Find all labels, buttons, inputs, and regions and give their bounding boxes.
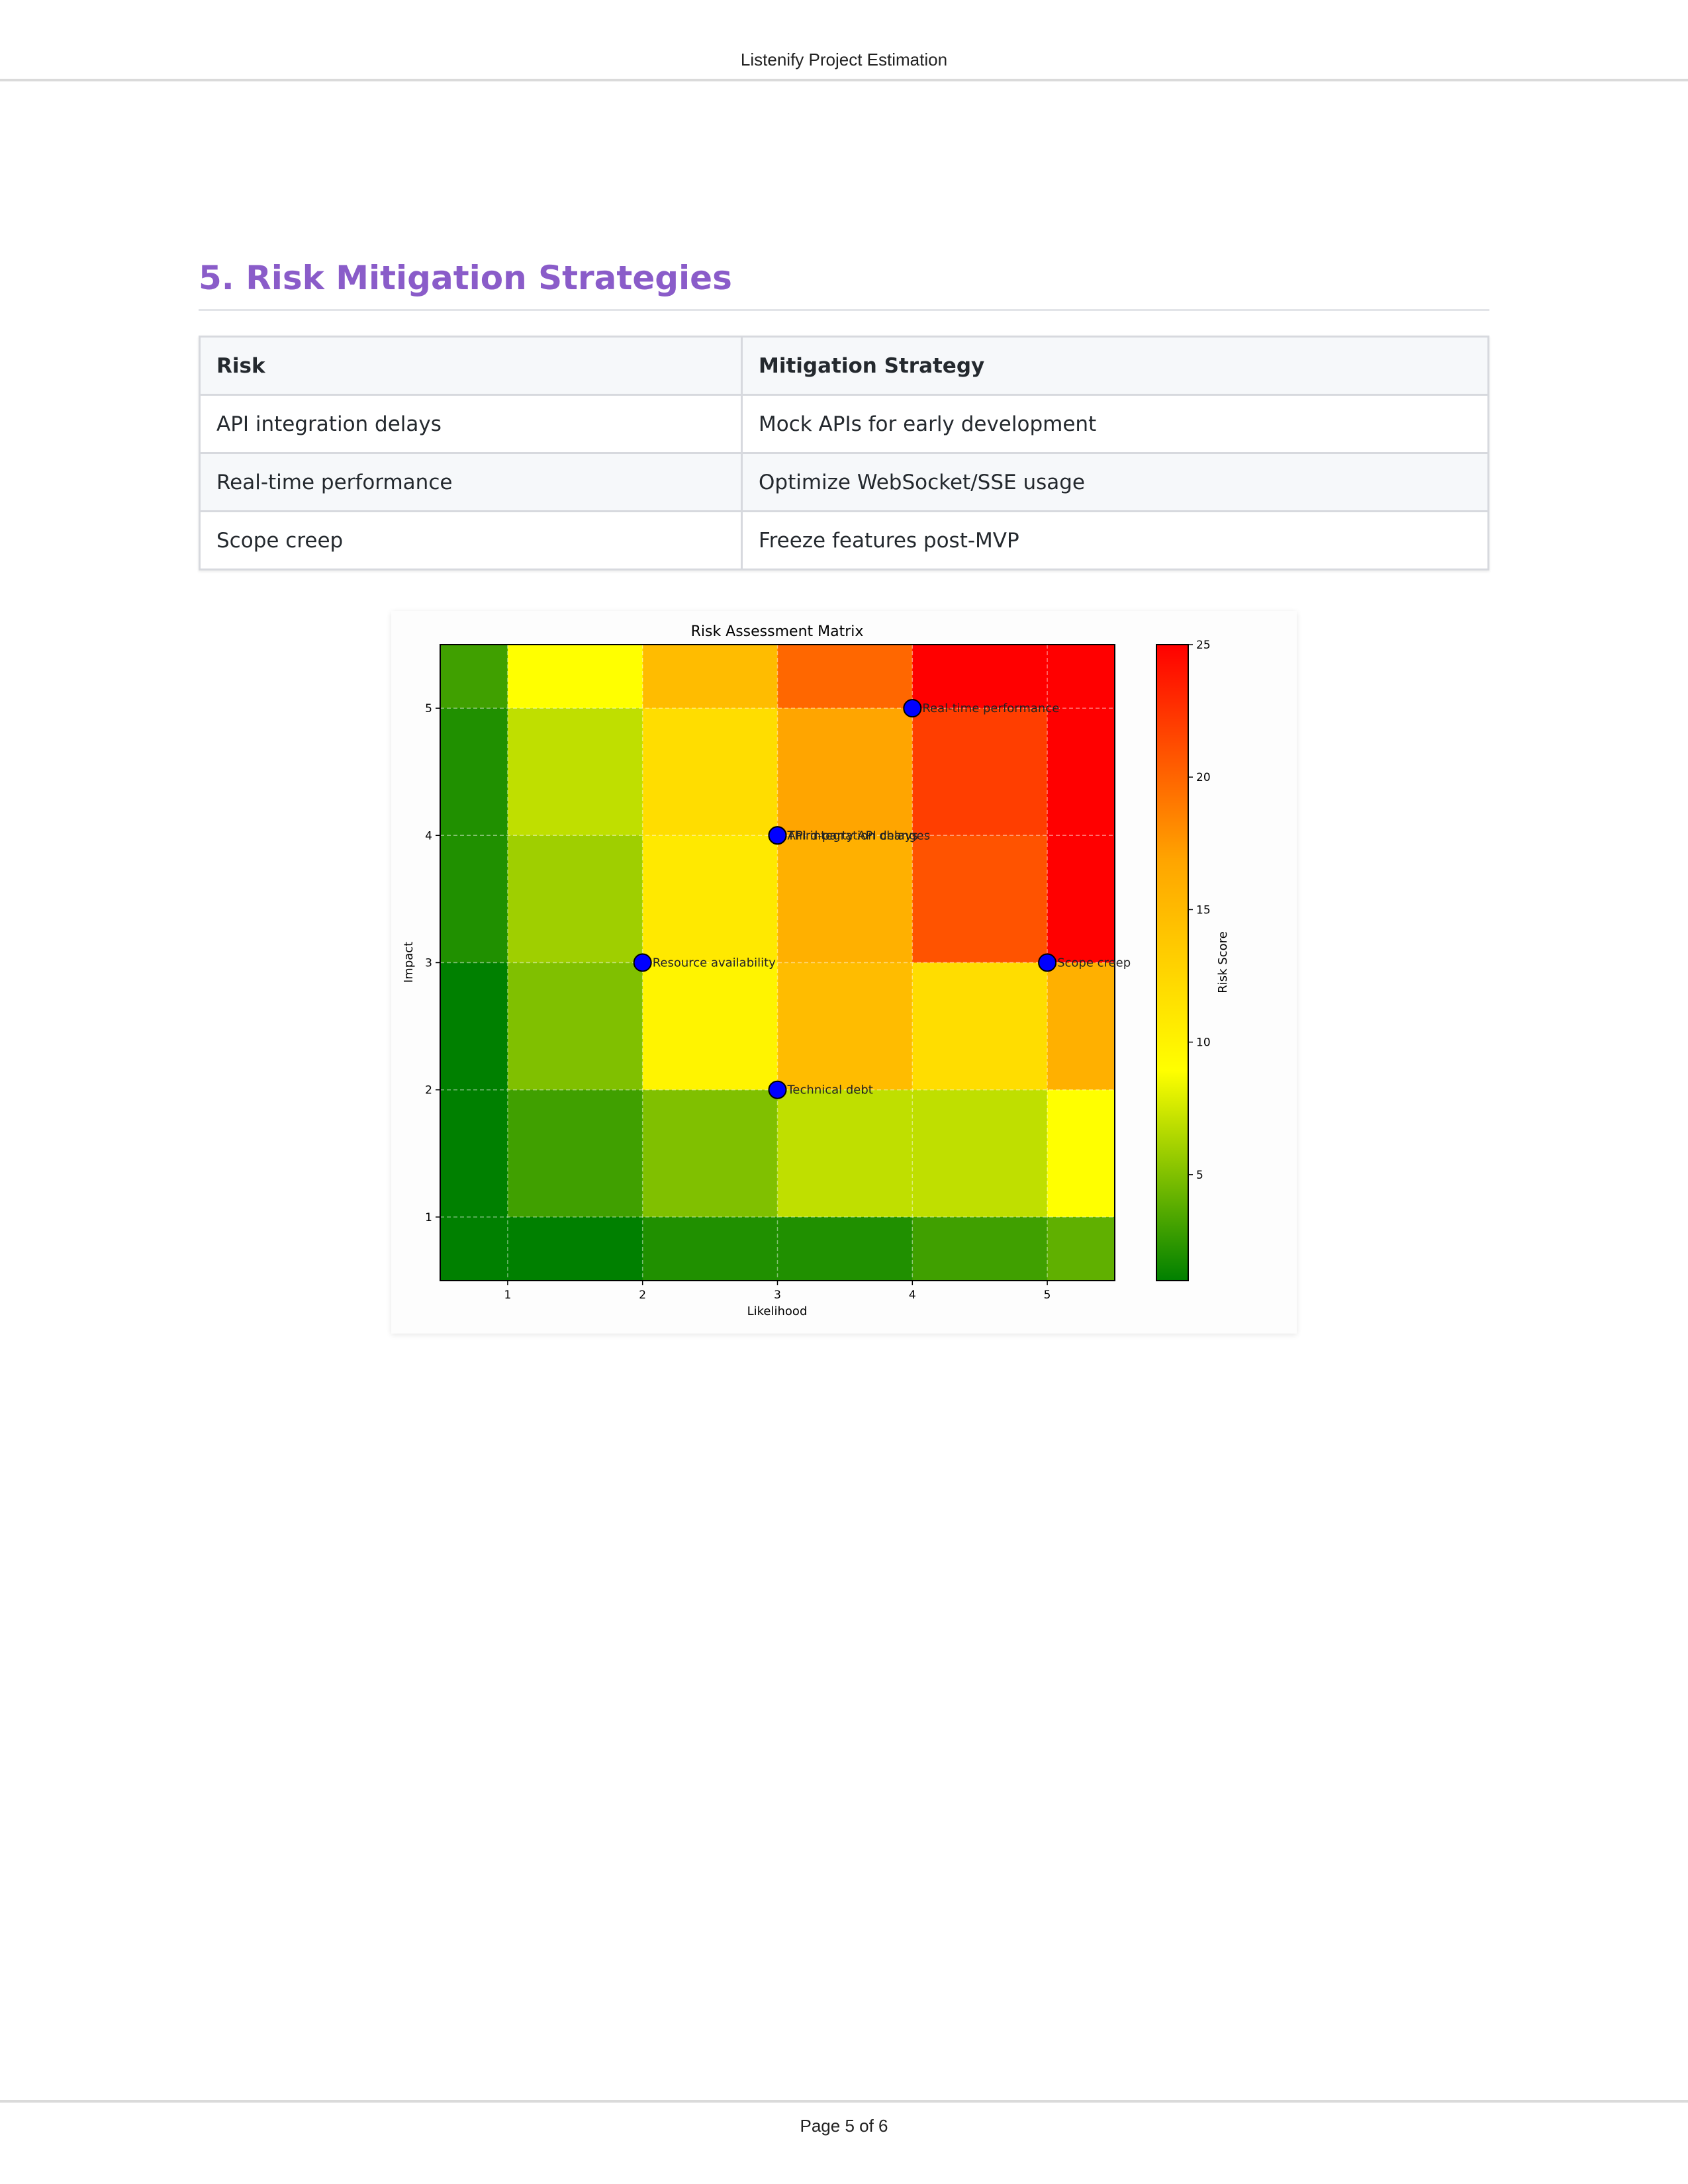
table-row: Real-time performance Optimize WebSocket… [199, 452, 1489, 512]
colorbar-tick-label: 20 [1196, 771, 1211, 784]
heatmap-cell [1047, 835, 1115, 963]
heatmap-cell [642, 1216, 778, 1281]
heatmap-cell [777, 1216, 913, 1281]
colorbar-tick-label: 10 [1196, 1036, 1211, 1050]
table-row: Scope creep Freeze features post-MVP [199, 510, 1489, 570]
y-axis-label: Impact [402, 942, 416, 983]
heatmap-cell [912, 1089, 1048, 1218]
colorbar [1156, 644, 1189, 1281]
heatmap-cell [777, 962, 913, 1091]
mitigation-cell: Optimize WebSocket/SSE usage [741, 452, 1489, 512]
heatmap-cell [507, 645, 643, 709]
heading-divider [199, 309, 1489, 311]
heatmap-cell [642, 645, 778, 709]
x-tick-label: 5 [1044, 1289, 1051, 1302]
heatmap-cell [507, 962, 643, 1091]
risk-cell: API integration delays [199, 394, 743, 454]
heatmap-cell [777, 835, 913, 963]
heatmap-cell [912, 835, 1048, 963]
risk-point [768, 1080, 787, 1099]
risk-point-label: Resource availability [653, 956, 776, 970]
page-number: Page 5 of 6 [800, 2116, 888, 2136]
column-header-risk: Risk [199, 336, 743, 396]
heatmap-cell [507, 708, 643, 836]
risk-point [633, 953, 652, 972]
colorbar-label: Risk Score [1216, 931, 1230, 993]
risk-cell: Real-time performance [199, 452, 743, 512]
heatmap-cell [912, 1216, 1048, 1281]
x-tick-label: 3 [774, 1289, 781, 1302]
colorbar-tick-label: 5 [1196, 1169, 1203, 1182]
heatmap-cell [1047, 1089, 1115, 1218]
table-header-row: Risk Mitigation Strategy [199, 336, 1489, 396]
risk-point-label: Real-time performance [922, 702, 1059, 715]
risk-point-label: Technical debt [787, 1083, 873, 1097]
risk-cell: Scope creep [199, 510, 743, 570]
x-tick-label: 2 [639, 1289, 646, 1302]
risk-point [903, 699, 922, 718]
heatmap-cell [1047, 962, 1115, 1091]
heatmap-cell [507, 1216, 643, 1281]
heatmap-cell [642, 962, 778, 1091]
heatmap-cell [1047, 645, 1115, 709]
heatmap-cell [440, 1089, 508, 1218]
colorbar-tick-label: 25 [1196, 639, 1211, 652]
y-tick-label: 1 [425, 1211, 432, 1224]
heatmap-cell [507, 1089, 643, 1218]
y-tick-label: 5 [425, 702, 432, 715]
heatmap-cell [642, 835, 778, 963]
mitigation-cell: Freeze features post-MVP [741, 510, 1489, 570]
heatmap-cell [440, 708, 508, 836]
heatmap-cell [1047, 1216, 1115, 1281]
x-tick-label: 4 [909, 1289, 916, 1302]
y-tick-label: 2 [425, 1084, 432, 1097]
heatmap-cell [642, 708, 778, 836]
risk-point-label: Third-party API changes [787, 829, 931, 842]
column-header-mitigation: Mitigation Strategy [741, 336, 1489, 396]
x-axis-label: Likelihood [747, 1304, 808, 1318]
document-title: Listenify Project Estimation [740, 50, 948, 69]
heatmap-cell [777, 708, 913, 836]
page-header: Listenify Project Estimation [0, 0, 1688, 81]
risk-matrix-figure: 1234512345 Real-time performance API inte… [391, 611, 1297, 1334]
section-heading: 5. Risk Mitigation Strategies [199, 259, 732, 297]
risk-matrix-chart: 1 2 3 4 512345 Real-time performanceAPI inte… [402, 623, 1230, 1318]
y-tick-label: 4 [425, 829, 432, 842]
heatmap-cell [777, 645, 913, 709]
heatmap-cell [642, 1089, 778, 1218]
heatmap-cell [440, 645, 508, 709]
heatmap-cell [777, 1089, 913, 1218]
colorbar-ticks: 5 10 15 20 25 [1188, 639, 1211, 1182]
heatmap-cell [1047, 708, 1115, 836]
heatmap-cell [507, 835, 643, 963]
heatmap-cell [912, 708, 1048, 836]
heatmap-cell [440, 1216, 508, 1281]
chart-title: Risk Assessment Matrix [691, 623, 864, 640]
heatmap-cell [912, 962, 1048, 1091]
heatmap-cell [912, 645, 1048, 709]
risk-point [768, 826, 787, 845]
colorbar-tick-label: 15 [1196, 903, 1211, 917]
heatmap-cell [440, 835, 508, 963]
heatmap-cell [440, 962, 508, 1091]
risk-mitigation-table: Risk Mitigation Strategy API integration… [199, 336, 1489, 570]
risk-point [1038, 953, 1057, 972]
mitigation-cell: Mock APIs for early development [741, 394, 1489, 454]
y-tick-label: 3 [425, 957, 432, 970]
table-row: API integration delays Mock APIs for ear… [199, 394, 1489, 454]
page-footer: Page 5 of 6 [0, 2100, 1688, 2184]
x-tick-label: 1 [504, 1289, 511, 1302]
risk-point-label: Scope creep [1057, 956, 1131, 970]
